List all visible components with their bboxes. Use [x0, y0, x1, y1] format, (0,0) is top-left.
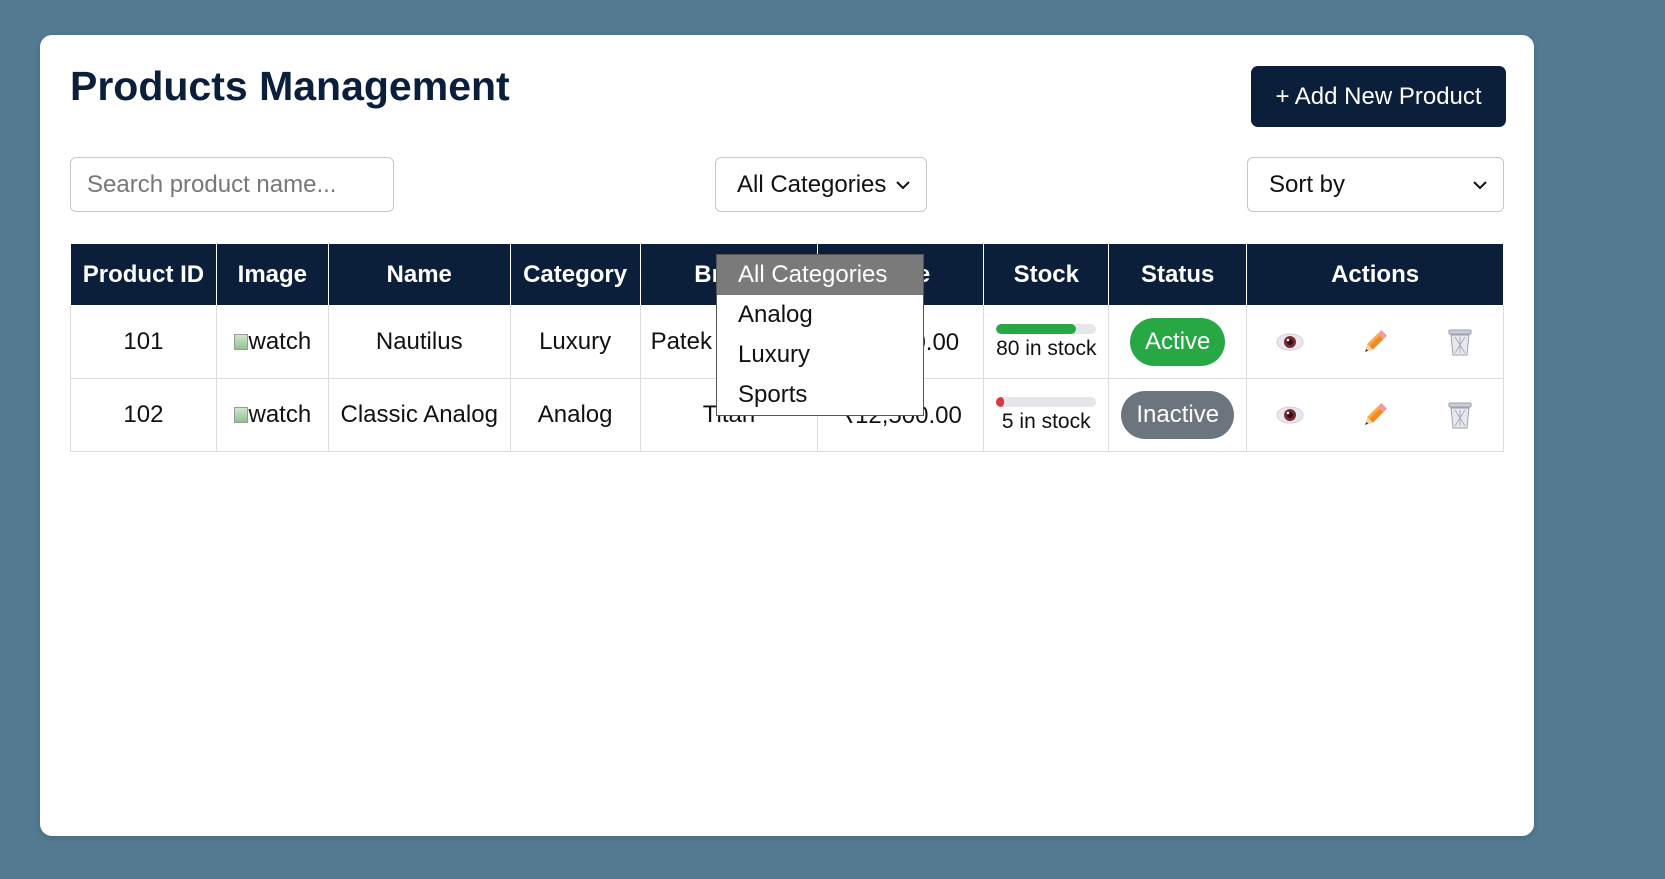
status-badge: Inactive [1121, 391, 1235, 439]
products-card: Products Management + Add New Product Al… [40, 35, 1534, 836]
header-actions: Actions [1246, 243, 1504, 306]
cell-category: Analog [509, 378, 641, 452]
chevron-down-icon [896, 175, 910, 195]
header-product-id[interactable]: Product ID [70, 243, 217, 306]
chevron-down-icon [1473, 175, 1487, 195]
cell-status: Inactive [1108, 378, 1248, 452]
dropdown-option-sports[interactable]: Sports [717, 375, 923, 415]
cell-stock: 80 in stock [983, 305, 1110, 379]
add-product-button[interactable]: + Add New Product [1251, 66, 1506, 127]
cell-status: Active [1108, 305, 1248, 379]
stock-bar [996, 323, 1097, 334]
broken-image-icon [233, 334, 248, 350]
dropdown-option-luxury[interactable]: Luxury [717, 335, 923, 375]
category-select-value: All Categories [737, 170, 887, 198]
stock-bar-fill [996, 323, 1077, 334]
category-dropdown-list: All Categories Analog Luxury Sports [716, 254, 924, 416]
cell-name: Classic Analog [327, 378, 511, 452]
cell-actions [1246, 378, 1504, 452]
stock-bar [996, 396, 1097, 407]
header-category[interactable]: Category [509, 243, 641, 306]
header-image[interactable]: Image [215, 243, 329, 306]
edit-icon[interactable] [1355, 322, 1395, 362]
broken-image-icon [233, 407, 248, 423]
cell-product-id: 101 [70, 305, 217, 379]
cell-product-id: 102 [70, 378, 217, 452]
page-title: Products Management [70, 63, 510, 109]
search-input[interactable] [70, 157, 394, 212]
image-alt-text: watch [248, 328, 312, 355]
delete-icon[interactable] [1440, 322, 1480, 362]
cell-name: Nautilus [327, 305, 511, 379]
sort-select-value: Sort by [1269, 170, 1346, 198]
dropdown-option-analog[interactable]: Analog [717, 295, 923, 335]
dropdown-option-all-categories[interactable]: All Categories [717, 255, 923, 295]
cell-category: Luxury [509, 305, 641, 379]
category-select[interactable]: All Categories [715, 157, 927, 212]
stock-bar-fill [996, 396, 1005, 407]
stock-text: 80 in stock [996, 336, 1097, 360]
cell-image: watch [215, 305, 329, 379]
header-status[interactable]: Status [1108, 243, 1248, 306]
cell-stock: 5 in stock [983, 378, 1110, 452]
stock-text: 5 in stock [1001, 409, 1091, 433]
sort-select[interactable]: Sort by [1247, 157, 1504, 212]
view-icon[interactable] [1270, 395, 1310, 435]
edit-icon[interactable] [1355, 395, 1395, 435]
view-icon[interactable] [1270, 322, 1310, 362]
cell-actions [1246, 305, 1504, 379]
image-alt-text: watch [248, 401, 312, 428]
status-badge: Active [1130, 318, 1226, 366]
cell-image: watch [215, 378, 329, 452]
header-name[interactable]: Name [327, 243, 511, 306]
header-stock[interactable]: Stock [983, 243, 1110, 306]
delete-icon[interactable] [1440, 395, 1480, 435]
